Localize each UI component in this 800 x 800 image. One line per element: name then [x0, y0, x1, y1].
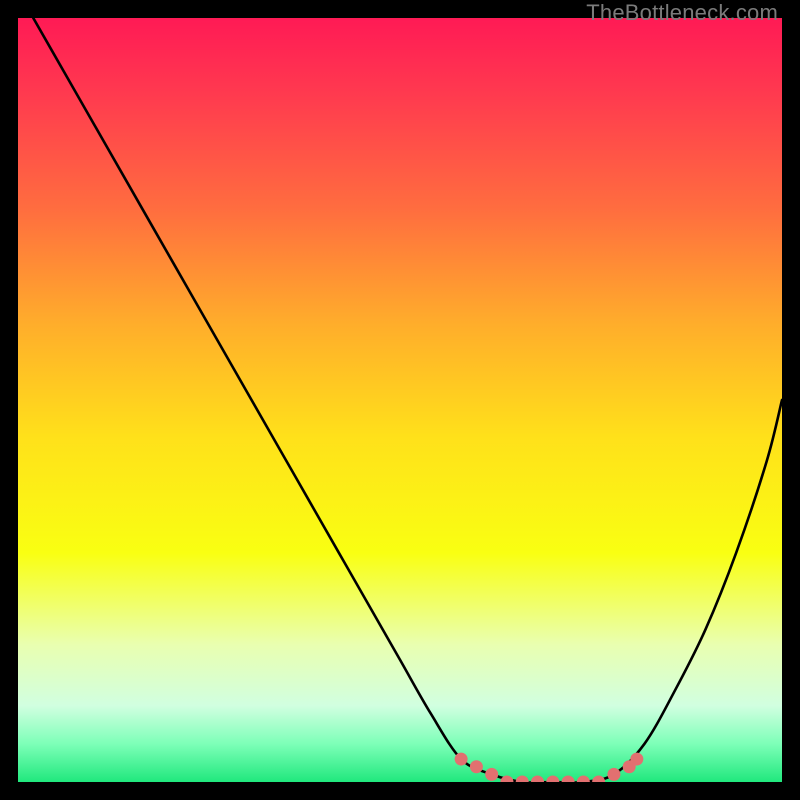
curve-marker [455, 753, 468, 766]
chart-svg [18, 18, 782, 782]
gradient-background [18, 18, 782, 782]
curve-marker [470, 760, 483, 773]
curve-marker [630, 753, 643, 766]
watermark-text: TheBottleneck.com [586, 0, 778, 26]
chart-frame [18, 18, 782, 782]
curve-marker [485, 768, 498, 781]
curve-marker [607, 768, 620, 781]
